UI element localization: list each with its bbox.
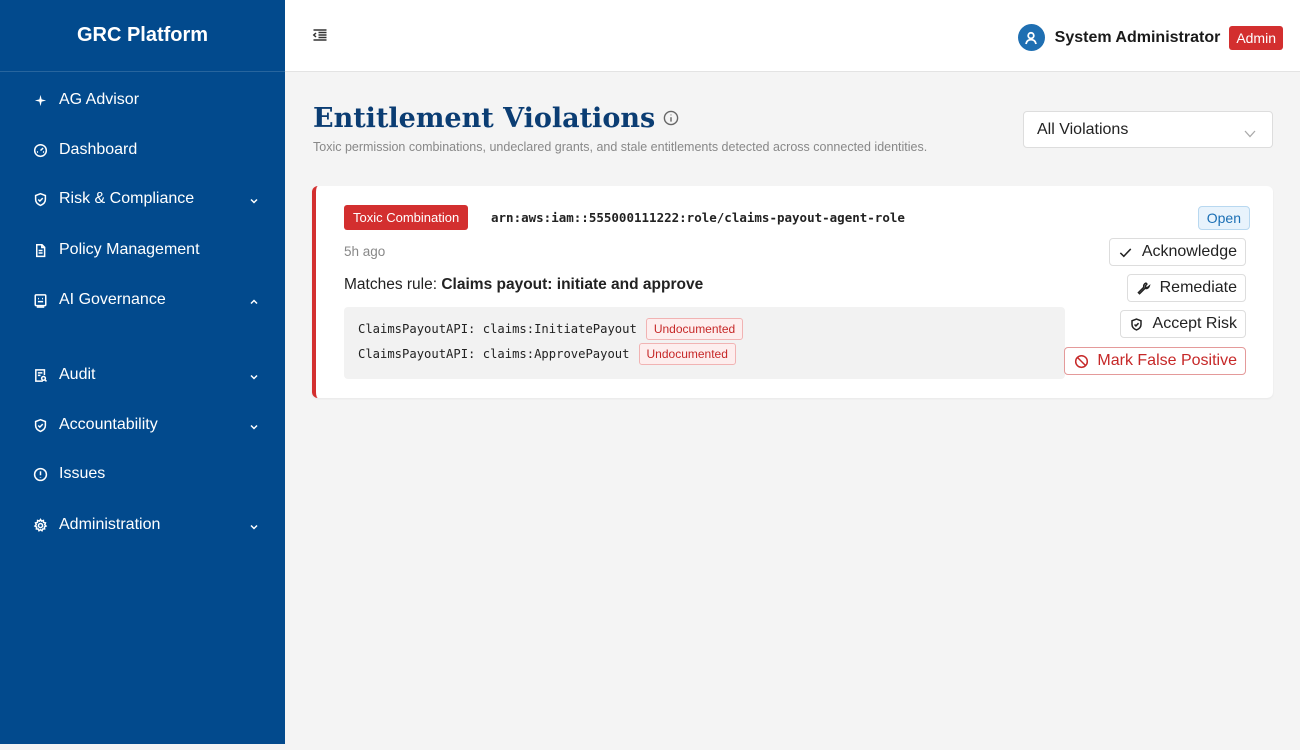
check-icon <box>1118 244 1134 260</box>
gauge-icon <box>32 142 48 158</box>
permission-text: ClaimsPayoutAPI: claims:InitiatePayout <box>358 322 637 336</box>
wrench-icon <box>1136 280 1152 296</box>
acknowledge-button[interactable]: Acknowledge <box>1108 238 1246 266</box>
mark-false-positive-button[interactable]: Mark False Positive <box>1064 347 1246 375</box>
sidebar-item-label: Risk & Compliance <box>59 190 195 207</box>
sidebar-item-label: Accountability <box>59 416 158 433</box>
sidebar-item-label: Administration <box>59 516 161 533</box>
shield-check-icon <box>32 417 48 433</box>
ai-board-icon <box>32 292 48 308</box>
remediate-button[interactable]: Remediate <box>1126 274 1246 302</box>
sidebar-item-issues[interactable]: Issues <box>0 454 285 494</box>
info-icon[interactable] <box>663 110 680 127</box>
sidebar-item-label: Policy Management <box>59 241 200 258</box>
permission-list: ClaimsPayoutAPI: claims:InitiatePayout U… <box>344 307 1065 379</box>
sidebar-item-label: Dashboard <box>59 141 138 158</box>
role-badge: Admin <box>1229 25 1283 50</box>
sidebar: GRC Platform AG Advisor Dashboard Risk &… <box>0 0 285 744</box>
chevron-down-icon <box>249 419 259 430</box>
page-title: Entitlement Violations <box>313 103 680 134</box>
page-title-text: Entitlement Violations <box>313 103 656 134</box>
app-title: GRC Platform <box>0 0 285 72</box>
mark-false-positive-label: Mark False Positive <box>1097 352 1237 369</box>
chevron-down-icon <box>249 369 259 380</box>
sidebar-item-policy-management[interactable]: Policy Management <box>0 230 285 270</box>
sidebar-item-label: Audit <box>59 366 96 383</box>
user-name: System Administrator <box>1054 28 1221 46</box>
identity-arn: arn:aws:iam::555000111222:role/claims-pa… <box>491 210 905 225</box>
list-item: ClaimsPayoutAPI: claims:InitiatePayout U… <box>358 318 744 340</box>
undocumented-badge: Undocumented <box>638 343 736 365</box>
timestamp: 5h ago <box>344 244 386 259</box>
audit-icon <box>32 367 48 383</box>
violation-filter-select[interactable]: All Violations <box>1023 111 1273 148</box>
chevron-down-icon <box>249 193 259 204</box>
avatar <box>1017 24 1045 51</box>
matched-rule: Matches rule: Claims payout: initiate an… <box>344 276 703 294</box>
undocumented-badge: Undocumented <box>645 318 744 340</box>
remediate-label: Remediate <box>1159 279 1237 296</box>
chevron-down-icon <box>1244 125 1256 138</box>
sidebar-item-label: Issues <box>59 465 106 482</box>
violation-type-badge: Toxic Combination <box>344 205 469 230</box>
document-icon <box>32 242 48 258</box>
status-badge: Open <box>1197 206 1250 230</box>
sidebar-item-accountability[interactable]: Accountability <box>0 405 285 445</box>
sidebar-toggle-button[interactable] <box>311 26 331 46</box>
sidebar-item-label: AI Governance <box>59 291 166 308</box>
sidebar-item-risk-compliance[interactable]: Risk & Compliance <box>0 179 285 219</box>
sidebar-item-administration[interactable]: Administration <box>0 505 285 545</box>
page-subtitle: Toxic permission combinations, undeclare… <box>313 140 928 154</box>
sidebar-item-dashboard[interactable]: Dashboard <box>0 130 285 170</box>
chevron-up-icon <box>249 294 259 305</box>
top-bar: System Administrator Admin <box>285 0 1300 72</box>
rule-name: Claims payout: initiate and approve <box>441 276 704 293</box>
sidebar-item-ag-advisor[interactable]: AG Advisor <box>0 80 285 120</box>
permission-text: ClaimsPayoutAPI: claims:ApprovePayout <box>358 347 630 361</box>
sidebar-item-ai-governance[interactable]: AI Governance <box>0 280 285 320</box>
sidebar-item-label: AG Advisor <box>59 91 140 108</box>
shield-check-icon <box>32 191 48 207</box>
list-item: ClaimsPayoutAPI: claims:ApprovePayout Un… <box>358 343 736 365</box>
sidebar-item-audit[interactable]: Audit <box>0 355 285 395</box>
alert-circle-icon <box>32 466 48 482</box>
filter-selected-value: All Violations <box>1037 120 1129 138</box>
chevron-down-icon <box>249 519 259 530</box>
ban-icon <box>1073 353 1089 369</box>
rule-prefix: Matches rule: <box>344 276 438 293</box>
user-icon <box>1025 31 1038 44</box>
accept-risk-label: Accept Risk <box>1152 315 1237 332</box>
user-menu[interactable]: System Administrator Admin <box>1017 24 1283 51</box>
acknowledge-label: Acknowledge <box>1141 243 1237 260</box>
violation-card: Toxic Combination arn:aws:iam::555000111… <box>312 186 1273 398</box>
shield-check-icon <box>1129 316 1145 332</box>
menu-collapse-icon <box>311 29 329 48</box>
gear-icon <box>32 517 48 533</box>
accept-risk-button[interactable]: Accept Risk <box>1119 310 1246 338</box>
sparkle-icon <box>32 92 48 108</box>
